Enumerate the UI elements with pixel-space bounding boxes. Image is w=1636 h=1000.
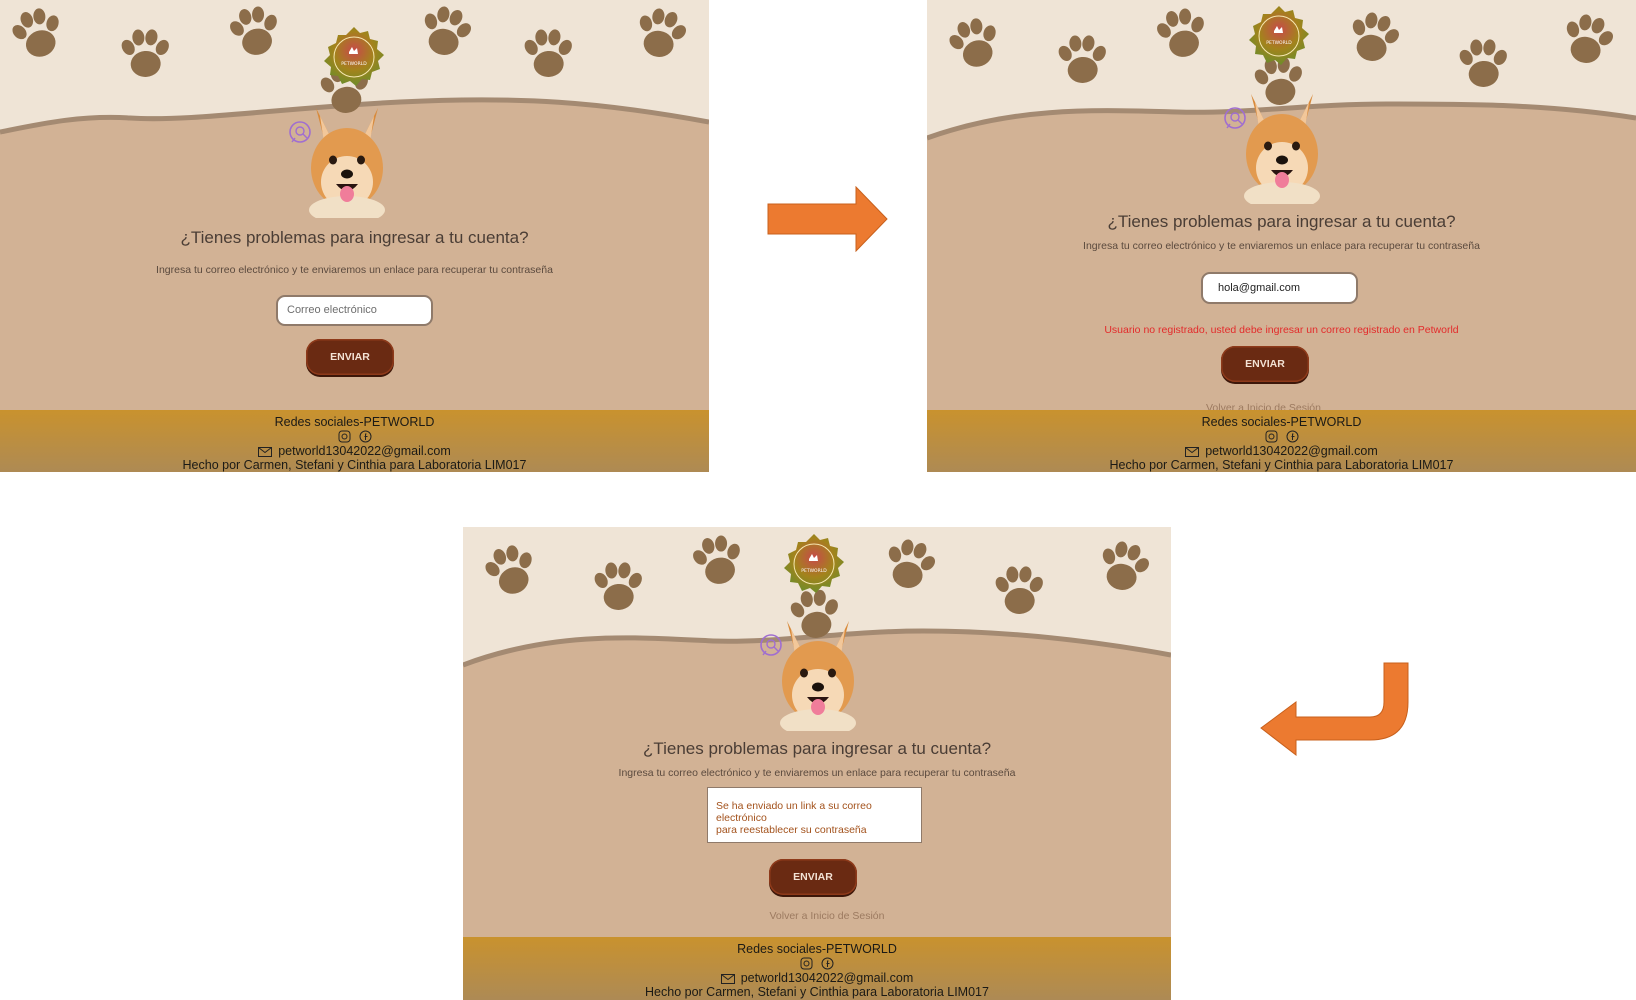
instagram-icon[interactable] xyxy=(338,430,351,443)
page-subtitle: Ingresa tu correo electrónico y te envia… xyxy=(156,264,553,276)
footer-email: petworld13042022@gmail.com xyxy=(1205,444,1378,458)
email-input[interactable]: hola@gmail.com xyxy=(1201,272,1358,304)
footer-credits: Hecho por Carmen, Stefani y Cinthia para… xyxy=(645,985,989,999)
mail-icon xyxy=(720,973,735,984)
success-message-line2: para reestablecer su contraseña xyxy=(716,824,867,836)
instagram-icon[interactable] xyxy=(800,957,813,970)
mail-icon xyxy=(258,446,273,457)
page-title: ¿Tienes problemas para ingresar a tu cue… xyxy=(180,228,529,247)
footer: Redes sociales-PETWORLD petworld13042022… xyxy=(927,410,1636,472)
page-title: ¿Tienes problemas para ingresar a tu cue… xyxy=(642,739,992,758)
screen-recover-success: PETWORLD ¿Tienes problemas para ingresar… xyxy=(463,527,1171,1000)
screen-recover-error: PETWORLD ¿Tienes problemas para ingresar… xyxy=(927,0,1636,472)
send-button[interactable]: ENVIAR xyxy=(1221,346,1309,382)
error-message: Usuario no registrado, usted debe ingres… xyxy=(1104,324,1459,336)
page-title: ¿Tienes problemas para ingresar a tu cue… xyxy=(1107,212,1456,231)
footer: Redes sociales-PETWORLD petworld13042022… xyxy=(463,937,1171,1000)
facebook-icon[interactable] xyxy=(1286,430,1299,443)
back-to-login-link[interactable]: Volver a Inicio de Sesión xyxy=(473,910,1171,922)
footer-email: petworld13042022@gmail.com xyxy=(278,444,451,458)
facebook-icon[interactable] xyxy=(359,430,372,443)
instagram-icon[interactable] xyxy=(1265,430,1278,443)
page-subtitle: Ingresa tu correo electrónico y te envia… xyxy=(1083,240,1480,252)
screen-recover-empty: PETWORLD ¿Tienes problemas para ingresar… xyxy=(0,0,709,472)
facebook-icon[interactable] xyxy=(821,957,834,970)
footer-credits: Hecho por Carmen, Stefani y Cinthia para… xyxy=(1109,458,1454,472)
page-subtitle: Ingresa tu correo electrónico y te envia… xyxy=(618,767,1016,779)
arrow-right-icon xyxy=(767,186,888,252)
footer-social-title: Redes sociales-PETWORLD xyxy=(1201,415,1362,429)
footer-social-title: Redes sociales-PETWORLD xyxy=(737,942,897,956)
footer-social-title: Redes sociales-PETWORLD xyxy=(274,415,435,429)
send-button[interactable]: ENVIAR xyxy=(769,859,857,895)
arrow-down-left-icon xyxy=(1260,662,1409,756)
email-input[interactable]: Correo electrónico xyxy=(276,295,433,326)
footer: Redes sociales-PETWORLD petworld13042022… xyxy=(0,410,709,472)
success-message-box: Se ha enviado un link a su correo electr… xyxy=(707,787,922,843)
footer-email: petworld13042022@gmail.com xyxy=(740,971,914,985)
success-message-line1: Se ha enviado un link a su correo electr… xyxy=(716,800,872,824)
send-button[interactable]: ENVIAR xyxy=(306,339,394,375)
mail-icon xyxy=(1185,446,1200,457)
footer-credits: Hecho por Carmen, Stefani y Cinthia para… xyxy=(182,458,527,472)
